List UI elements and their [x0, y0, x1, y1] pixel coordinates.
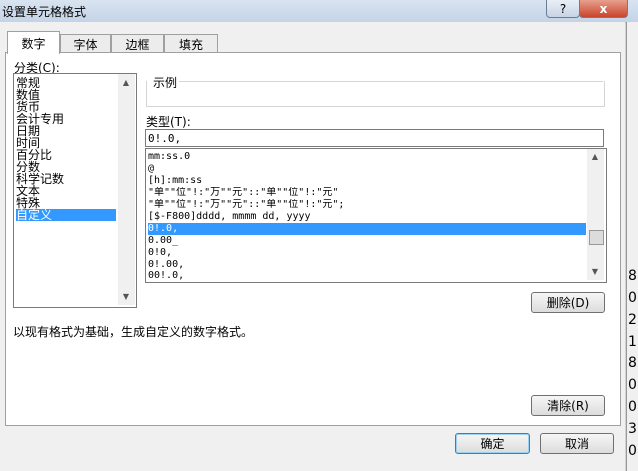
tab-font[interactable]: 字体	[60, 34, 111, 53]
sheet-edge-cell: 0	[628, 290, 637, 306]
tab-fill[interactable]: 填充	[164, 34, 218, 53]
format-item[interactable]: @	[148, 163, 586, 175]
delete-button[interactable]: 删除(D)	[531, 292, 605, 313]
format-item[interactable]: 0.00_	[148, 235, 586, 247]
format-item[interactable]: 0!0,	[148, 247, 586, 259]
sheet-edge-cell: 0	[628, 443, 637, 459]
clear-button[interactable]: 清除(R)	[531, 395, 605, 416]
cancel-button[interactable]: 取消	[540, 433, 614, 454]
format-item[interactable]: [$-F800]dddd, mmmm dd, yyyy	[148, 211, 586, 223]
close-button[interactable]: x	[579, 0, 628, 18]
ok-button[interactable]: 确定	[455, 433, 530, 454]
format-item[interactable]: mm:ss.0	[148, 151, 586, 163]
dialog-title: 设置单元格格式	[2, 5, 87, 19]
sheet-edge-cell: 0	[628, 377, 637, 393]
title-bar: 设置单元格格式	[0, 0, 638, 23]
format-item[interactable]: "单""位"!:"万""元"::"单""位"!:"元";	[148, 199, 586, 211]
scroll-down-icon[interactable]: ▼	[587, 267, 603, 276]
scroll-thumb[interactable]	[589, 230, 604, 245]
tab-number[interactable]: 数字	[7, 31, 60, 54]
category-scrollbar[interactable]	[118, 74, 135, 305]
format-item-selected[interactable]: 0!.0,	[148, 223, 586, 235]
format-list-scrollbar[interactable]	[587, 149, 604, 280]
sheet-edge-cell: 0	[628, 399, 637, 415]
sheet-edge-cell: 8	[628, 355, 637, 371]
scroll-down-icon[interactable]: ▼	[118, 292, 134, 301]
help-button[interactable]: ?	[546, 0, 580, 18]
format-item[interactable]: "单""位"!:"万""元"::"单""位"!:"元"	[148, 187, 586, 199]
description-text: 以现有格式为基础，生成自定义的数字格式。	[13, 325, 254, 339]
sheet-edge-cell: 2	[628, 312, 637, 328]
category-item-custom[interactable]: 自定义	[16, 209, 116, 221]
sheet-edge-cell: 3	[628, 421, 637, 437]
type-input[interactable]: 0!.0,	[145, 129, 604, 147]
format-item[interactable]: [h]:mm:ss	[148, 175, 586, 187]
sheet-edge-cell: 8	[628, 268, 637, 284]
sample-label: 示例	[151, 74, 180, 91]
format-item[interactable]: 00!.0,	[148, 270, 586, 282]
sheet-edge-cell: 1	[628, 334, 637, 350]
type-label: 类型(T):	[146, 115, 191, 129]
sample-box	[146, 81, 605, 107]
scroll-up-icon[interactable]: ▲	[587, 152, 603, 161]
scroll-up-icon[interactable]: ▲	[118, 78, 134, 87]
tab-border[interactable]: 边框	[111, 34, 164, 53]
